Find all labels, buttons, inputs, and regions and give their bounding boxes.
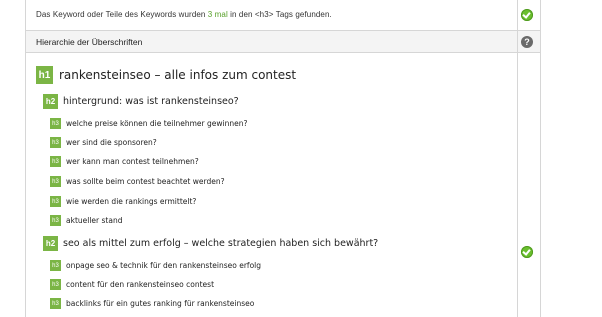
heading-item-h3: h3 onpage seo & technik für den rankenst… [50, 260, 261, 271]
heading-text: wie werden die rankings ermittelt? [66, 197, 197, 206]
heading-item-h3: h3 was sollte beim contest beachtet werd… [50, 176, 225, 187]
h1-badge: h1 [36, 66, 53, 84]
h3-badge: h3 [50, 298, 61, 309]
keyword-h3-check-row: Das Keyword oder Teile des Keywords wurd… [26, 0, 540, 31]
heading-item-h2: h2 seo als mittel zum erfolg – welche st… [43, 236, 378, 251]
keyword-h3-message: Das Keyword oder Teile des Keywords wurd… [36, 10, 332, 19]
heading-text: onpage seo & technik für den rankenstein… [66, 261, 261, 270]
heading-text: wer kann man contest teilnehmen? [66, 157, 199, 166]
heading-text: aktueller stand [66, 216, 123, 225]
h3-badge: h3 [50, 196, 61, 207]
heading-item-h3: h3 wie werden die rankings ermittelt? [50, 196, 196, 207]
heading-text: content für den rankensteinseo contest [66, 280, 215, 289]
heading-text: backlinks für ein gutes ranking für rank… [66, 299, 255, 308]
help-icon[interactable]: ? [521, 36, 533, 48]
heading-item-h3: h3 wer sind die sponsoren? [50, 137, 157, 148]
h3-badge: h3 [50, 215, 61, 226]
h3-badge: h3 [50, 118, 61, 129]
heading-item-h3: h3 wer kann man contest teilnehmen? [50, 156, 199, 167]
message-suffix: in den <h3> Tags gefunden. [227, 10, 332, 19]
check-icon [521, 9, 533, 21]
section-header: Hierarchie der Überschriften [26, 31, 540, 53]
heading-item-h3: h3 aktueller stand [50, 215, 122, 226]
h3-badge: h3 [50, 176, 61, 187]
keyword-count: 3 mal [207, 10, 228, 19]
h3-badge: h3 [50, 156, 61, 167]
h2-badge: h2 [43, 94, 58, 109]
status-column-divider [517, 0, 518, 317]
heading-item-h2: h2 hintergrund: was ist rankensteinseo? [43, 94, 239, 109]
h3-badge: h3 [50, 137, 61, 148]
h3-badge: h3 [50, 260, 61, 271]
heading-text: rankensteinseo – alle infos zum contest [59, 68, 297, 82]
heading-item-h3: h3 backlinks für ein gutes ranking für r… [50, 298, 254, 309]
check-icon [521, 246, 533, 258]
heading-item-h3: h3 welche preise können die teilnehmer g… [50, 118, 247, 129]
heading-text: was sollte beim contest beachtet werden? [66, 177, 225, 186]
seo-check-panel: Das Keyword oder Teile des Keywords wurd… [25, 0, 541, 317]
message-prefix: Das Keyword oder Teile des Keywords wurd… [36, 10, 208, 19]
heading-text: seo als mittel zum erfolg – welche strat… [63, 238, 379, 249]
heading-text: wer sind die sponsoren? [66, 138, 157, 147]
h2-badge: h2 [43, 236, 58, 251]
heading-item-h1: h1 rankensteinseo – alle infos zum conte… [36, 66, 296, 84]
h3-badge: h3 [50, 279, 61, 290]
section-title: Hierarchie der Überschriften [36, 37, 143, 47]
heading-item-h3: h3 content für den rankensteinseo contes… [50, 279, 214, 290]
heading-text: welche preise können die teilnehmer gewi… [66, 119, 248, 128]
heading-text: hintergrund: was ist rankensteinseo? [63, 96, 239, 107]
